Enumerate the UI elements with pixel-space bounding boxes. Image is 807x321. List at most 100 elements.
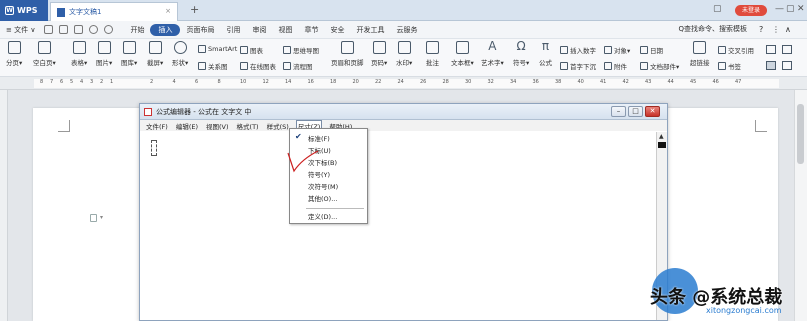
maximize-window-button[interactable]: ▢ <box>786 4 795 14</box>
print-icon[interactable] <box>59 25 69 34</box>
menu-page-layout[interactable]: 页面布局 <box>180 25 220 35</box>
date-button[interactable]: 日期 <box>640 45 663 55</box>
insert-number-icon <box>560 46 568 54</box>
menu-cloud[interactable]: 云服务 <box>390 25 423 35</box>
eq-menu-style[interactable]: 样式(S) <box>266 121 290 131</box>
menu-developer[interactable]: 开发工具 <box>350 25 390 35</box>
paste-options-caret[interactable]: ▾ <box>100 214 103 221</box>
doc-parts-button[interactable]: 文档部件▾ <box>640 61 679 71</box>
menu-review[interactable]: 审阅 <box>246 25 272 35</box>
mindmap-button[interactable]: 思维导图 <box>283 45 319 55</box>
collapse-ribbon-icon[interactable]: ∧ <box>785 25 791 34</box>
dropcap-button[interactable]: 首字下沉 <box>560 61 596 71</box>
comment-button[interactable]: 批注 <box>426 41 439 67</box>
menu-insert[interactable]: 插入 <box>150 23 181 36</box>
table-button[interactable]: 表格▾ <box>71 41 87 67</box>
menu-security[interactable]: 安全 <box>324 25 350 35</box>
cross-ref-button[interactable]: 交叉引用 <box>718 45 754 55</box>
textbox-button[interactable]: 文本框▾ <box>451 41 474 67</box>
wordart-button[interactable]: A 艺术字▾ <box>481 39 504 67</box>
chart-button[interactable]: 图表 <box>240 45 263 55</box>
ruler-tick: 8 <box>40 79 44 85</box>
menu-references[interactable]: 引用 <box>220 25 246 35</box>
equation-input-area[interactable] <box>141 132 656 320</box>
hyperlink-button[interactable]: 超链接 <box>690 41 710 67</box>
formula-button[interactable]: π 公式 <box>539 40 552 67</box>
ruler-tick: 40 <box>577 79 584 85</box>
panel-alt-icon[interactable] <box>782 45 792 54</box>
scrollbar-thumb[interactable] <box>797 104 804 164</box>
screenshot-button[interactable]: 截屏▾ <box>147 41 163 67</box>
eq-minimize-button[interactable]: – <box>611 106 626 117</box>
panel-icon[interactable] <box>766 45 776 54</box>
ruler-tick: 26 <box>420 79 427 85</box>
print-preview-icon[interactable] <box>74 25 84 34</box>
equation-editor-titlebar: 公式编辑器 - 公式在 文字文 中 – □ ✕ <box>140 104 667 120</box>
page-number-icon <box>372 41 386 54</box>
relation-button[interactable]: 关系图 <box>198 61 228 71</box>
search-command-input[interactable]: Q查找命令、搜索模板 <box>678 24 747 34</box>
smartart-button[interactable]: SmartArt <box>198 45 237 53</box>
menu-start[interactable]: 开始 <box>124 25 150 35</box>
eq-maximize-button[interactable]: □ <box>628 106 643 117</box>
ruler-tick: 47 <box>735 79 742 85</box>
wordart-icon: A <box>488 39 497 53</box>
tab-close-icon[interactable]: × <box>165 7 171 15</box>
page-break-button[interactable]: 分页▾ <box>6 41 22 67</box>
ruler-tick: 4 <box>172 79 176 85</box>
paste-options-icon[interactable] <box>90 214 97 222</box>
eq-close-button[interactable]: ✕ <box>645 106 660 117</box>
more-icon[interactable]: ⋮ <box>772 25 780 34</box>
window-mode-icon[interactable]: ▢ <box>713 4 722 14</box>
eq-menu-edit[interactable]: 编辑(E) <box>175 121 199 131</box>
menu-chapter[interactable]: 章节 <box>298 25 324 35</box>
layout-icon[interactable] <box>766 61 776 70</box>
menu-view[interactable]: 视图 <box>272 25 298 35</box>
picture-button[interactable]: 图片▾ <box>96 41 112 67</box>
page-number-button[interactable]: 页码▾ <box>371 41 387 67</box>
ruler-tick: 44 <box>667 79 674 85</box>
ruler-tick: 38 <box>555 79 562 85</box>
online-chart-button[interactable]: 在线图表 <box>240 61 276 71</box>
ruler-tick: 4 <box>80 79 84 85</box>
eq-menu-format[interactable]: 格式(T) <box>236 121 260 131</box>
close-window-button[interactable]: ✕ <box>797 4 805 14</box>
new-tab-button[interactable]: + <box>190 3 199 16</box>
size-item-other[interactable]: 其他(O)... <box>308 193 337 203</box>
ruler-tick: 16 <box>307 79 314 85</box>
layout-alt-icon[interactable] <box>782 61 792 70</box>
eq-menu-view[interactable]: 视图(V) <box>205 121 230 131</box>
minimize-window-button[interactable]: — <box>775 4 784 14</box>
shape-button[interactable]: 形状▾ <box>172 41 188 67</box>
attachment-button[interactable]: 附件 <box>604 61 627 71</box>
size-item-sub-symbol[interactable]: 次符号(M) <box>308 181 338 191</box>
redo-icon[interactable] <box>104 25 114 34</box>
bookmark-button[interactable]: 书签 <box>718 61 741 71</box>
help-icon[interactable]: ? <box>759 25 763 34</box>
equation-slot[interactable] <box>151 140 157 156</box>
blank-page-button[interactable]: 空白页▾ <box>33 41 56 67</box>
ruler-tick: 7 <box>50 79 54 85</box>
document-tab[interactable]: 文字文稿1 × <box>50 2 178 21</box>
eq-menu-file[interactable]: 文件(F) <box>145 121 169 131</box>
scroll-up-icon[interactable]: ▲ <box>659 133 664 140</box>
save-icon[interactable] <box>44 25 54 34</box>
flowchart-button[interactable]: 流程图 <box>283 61 313 71</box>
insert-number-button[interactable]: 插入数字 <box>560 45 596 55</box>
wps-home-tab[interactable]: W WPS <box>0 0 48 21</box>
cross-ref-icon <box>718 46 726 54</box>
document-icon <box>57 7 65 17</box>
ruler-tick: 22 <box>375 79 382 85</box>
file-menu[interactable]: ≡ 文件 ∨ <box>0 25 41 35</box>
size-item-define[interactable]: 定义(D)... <box>308 211 337 221</box>
header-footer-button[interactable]: 页眉和页脚 <box>331 41 364 67</box>
ruler-tick: 8 <box>217 79 221 85</box>
gallery-button[interactable]: 图库▾ <box>121 41 137 67</box>
watermark-button[interactable]: 水印▾ <box>396 41 412 67</box>
equation-scroll-thumb[interactable] <box>658 142 666 148</box>
undo-icon[interactable] <box>89 25 99 34</box>
symbol-button[interactable]: Ω 符号▾ <box>513 40 529 67</box>
login-button[interactable]: 未登录 <box>735 5 767 16</box>
ruler-tick: 14 <box>285 79 292 85</box>
object-button[interactable]: 对象▾ <box>604 45 630 55</box>
